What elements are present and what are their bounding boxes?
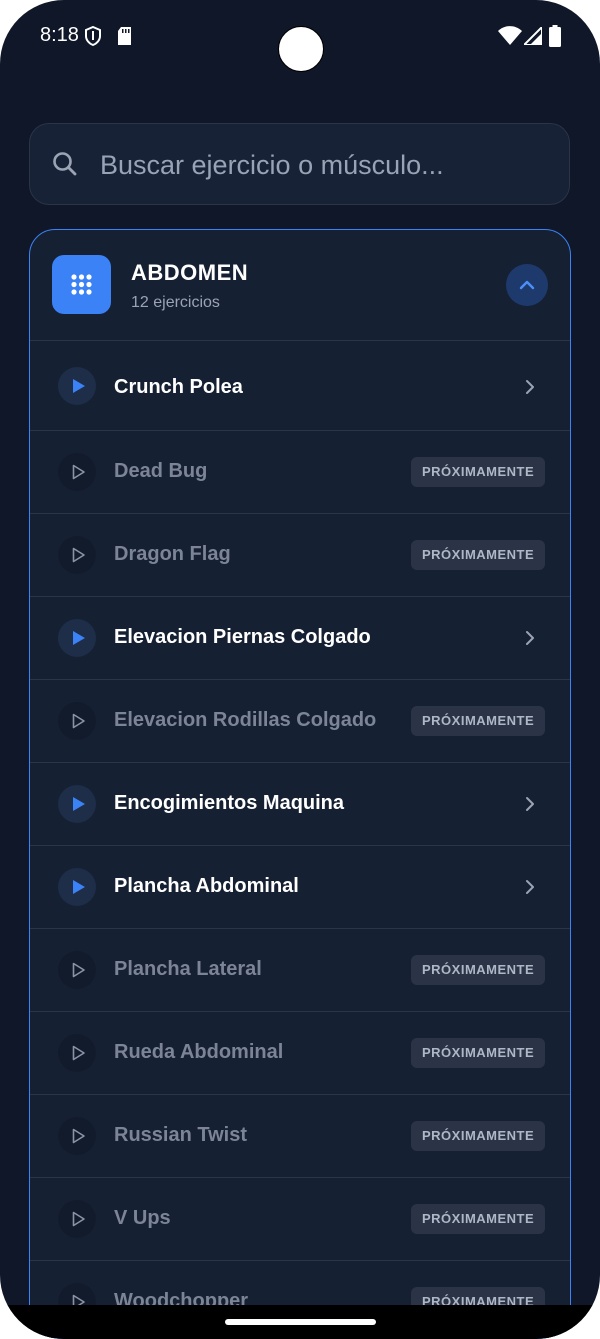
exercise-row[interactable]: Plancha Abdominal xyxy=(30,846,570,929)
coming-soon-badge: PRÓXIMAMENTE xyxy=(411,706,546,736)
exercise-label: Dead Bug xyxy=(114,460,208,482)
exercise-row[interactable]: Encogimientos Maquina xyxy=(30,763,570,846)
play-icon xyxy=(58,702,96,740)
exercise-label: Dragon Flag xyxy=(114,543,231,565)
exercise-label: Plancha Abdominal xyxy=(114,875,299,897)
home-indicator[interactable] xyxy=(225,1319,376,1325)
exercise-label: Elevacion Piernas Colgado xyxy=(114,626,371,648)
exercise-row[interactable]: Crunch Polea xyxy=(30,340,570,431)
exercise-row: Rueda Abdominal PRÓXIMAMENTE xyxy=(30,1012,570,1095)
play-icon xyxy=(58,536,96,574)
coming-soon-badge: PRÓXIMAMENTE xyxy=(411,955,546,985)
sd-card-icon xyxy=(117,26,132,51)
coming-soon-badge: PRÓXIMAMENTE xyxy=(411,540,546,570)
category-title: ABDOMEN xyxy=(131,260,249,285)
exercise-row: Russian Twist PRÓXIMAMENTE xyxy=(30,1095,570,1178)
chevron-right-icon xyxy=(522,628,538,653)
exercise-row: V Ups PRÓXIMAMENTE xyxy=(30,1178,570,1261)
coming-soon-badge: PRÓXIMAMENTE xyxy=(411,1204,546,1234)
exercise-label: Encogimientos Maquina xyxy=(114,792,345,814)
play-icon xyxy=(58,1034,96,1072)
exercise-list: Crunch Polea Dead Bug PRÓXIMAMENTE Dragon F… xyxy=(30,340,570,1338)
exercise-row[interactable]: Elevacion Piernas Colgado xyxy=(30,597,570,680)
shield-icon xyxy=(84,25,102,51)
chevron-right-icon xyxy=(522,377,538,402)
chevron-right-icon xyxy=(522,877,538,902)
wifi-icon xyxy=(498,26,522,50)
exercise-label: Russian Twist xyxy=(114,1124,247,1146)
phone-screen: 8:18 Buscar ejercicio o músculo... ABDOM… xyxy=(0,0,600,1339)
play-icon xyxy=(58,619,96,657)
search-input[interactable] xyxy=(98,142,552,188)
play-icon xyxy=(58,951,96,989)
search-bar[interactable] xyxy=(29,123,570,205)
exercise-label: Crunch Polea xyxy=(114,376,243,398)
play-icon xyxy=(58,1200,96,1238)
exercise-row: Dragon Flag PRÓXIMAMENTE xyxy=(30,514,570,597)
play-icon xyxy=(58,785,96,823)
play-icon xyxy=(58,1117,96,1155)
exercise-label: Elevacion Rodillas Colgado xyxy=(114,709,377,731)
play-icon xyxy=(58,367,96,405)
status-bar: 8:18 xyxy=(0,0,600,74)
exercise-row: Dead Bug PRÓXIMAMENTE xyxy=(30,431,570,514)
search-icon xyxy=(52,151,78,182)
category-count: 12 ejercicios xyxy=(131,294,220,311)
exercise-row: Elevacion Rodillas Colgado PRÓXIMAMENTE xyxy=(30,680,570,763)
coming-soon-badge: PRÓXIMAMENTE xyxy=(411,1038,546,1068)
coming-soon-badge: PRÓXIMAMENTE xyxy=(411,1121,546,1151)
exercise-label: Rueda Abdominal xyxy=(114,1041,284,1063)
signal-icon xyxy=(521,24,543,50)
exercise-label: Plancha Lateral xyxy=(114,958,262,980)
grid-icon xyxy=(52,255,111,314)
category-card-abdomen: ABDOMEN 12 ejercicios Crunch Polea Dead B… xyxy=(29,229,571,1339)
coming-soon-badge: PRÓXIMAMENTE xyxy=(411,457,546,487)
chevron-up-icon xyxy=(519,280,535,290)
status-time: 8:18 xyxy=(40,24,79,46)
play-icon xyxy=(58,453,96,491)
battery-icon xyxy=(549,25,561,52)
front-camera xyxy=(278,26,324,72)
collapse-button[interactable] xyxy=(506,264,548,306)
category-header[interactable]: ABDOMEN 12 ejercicios xyxy=(30,230,570,341)
exercise-label: V Ups xyxy=(114,1207,171,1229)
exercise-row: Plancha Lateral PRÓXIMAMENTE xyxy=(30,929,570,1012)
chevron-right-icon xyxy=(522,794,538,819)
play-icon xyxy=(58,868,96,906)
